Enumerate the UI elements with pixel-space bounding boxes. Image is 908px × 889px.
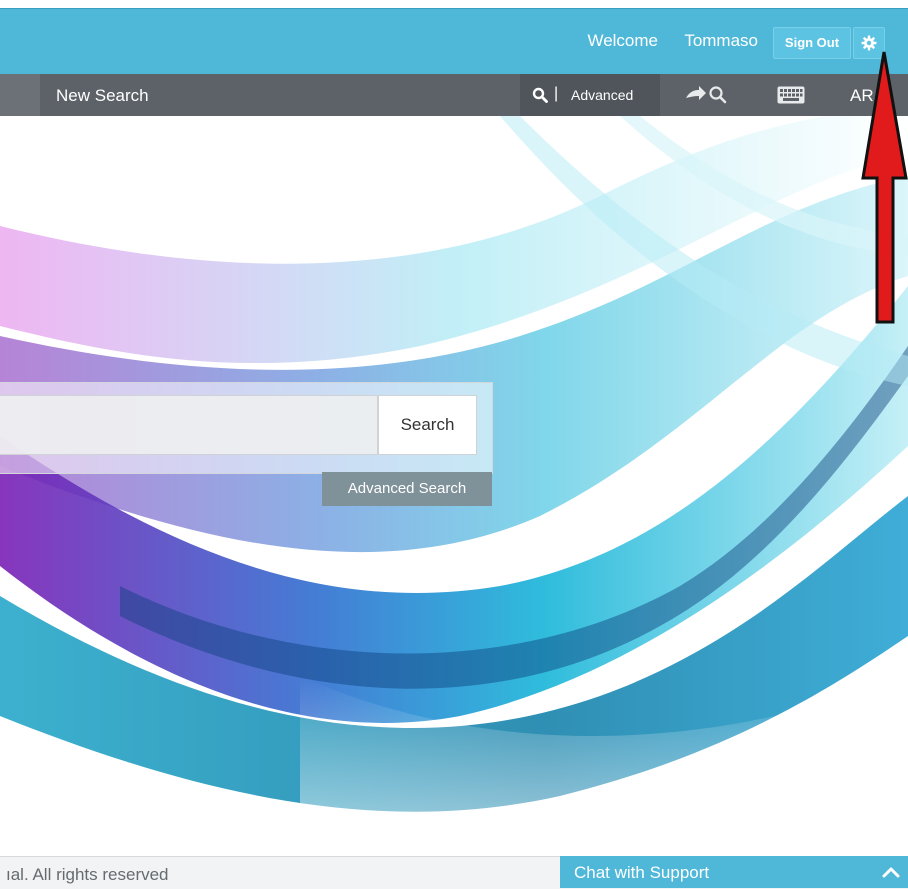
chat-with-support-button[interactable]: Chat with Support xyxy=(560,856,908,888)
main-nav: New Search | Advanced AR xyxy=(0,74,908,116)
keyboard-icon[interactable] xyxy=(777,86,805,109)
nav-edge xyxy=(0,74,40,116)
chevron-up-icon xyxy=(882,867,900,878)
search-panel: Search xyxy=(0,382,493,474)
search-button[interactable]: Search xyxy=(378,395,477,455)
search-group: | Advanced xyxy=(520,74,660,116)
advanced-search-button[interactable]: Advanced Search xyxy=(322,472,492,506)
nav-separator: | xyxy=(554,85,559,102)
annotation-arrow xyxy=(861,51,908,324)
new-search-link[interactable]: New Search xyxy=(56,86,149,106)
copyright-text: ıal. All rights reserved xyxy=(6,865,169,884)
chat-label: Chat with Support xyxy=(574,863,710,882)
username-link[interactable]: Tommaso xyxy=(684,31,758,51)
top-header: Welcome Tommaso Sign Out xyxy=(0,8,908,75)
sign-out-button[interactable]: Sign Out xyxy=(773,27,851,59)
search-input[interactable] xyxy=(0,395,378,455)
advanced-link[interactable]: Advanced xyxy=(571,87,633,103)
search-icon[interactable] xyxy=(532,87,548,103)
arrow-search-icon[interactable] xyxy=(684,84,728,109)
welcome-text: Welcome xyxy=(587,31,658,50)
